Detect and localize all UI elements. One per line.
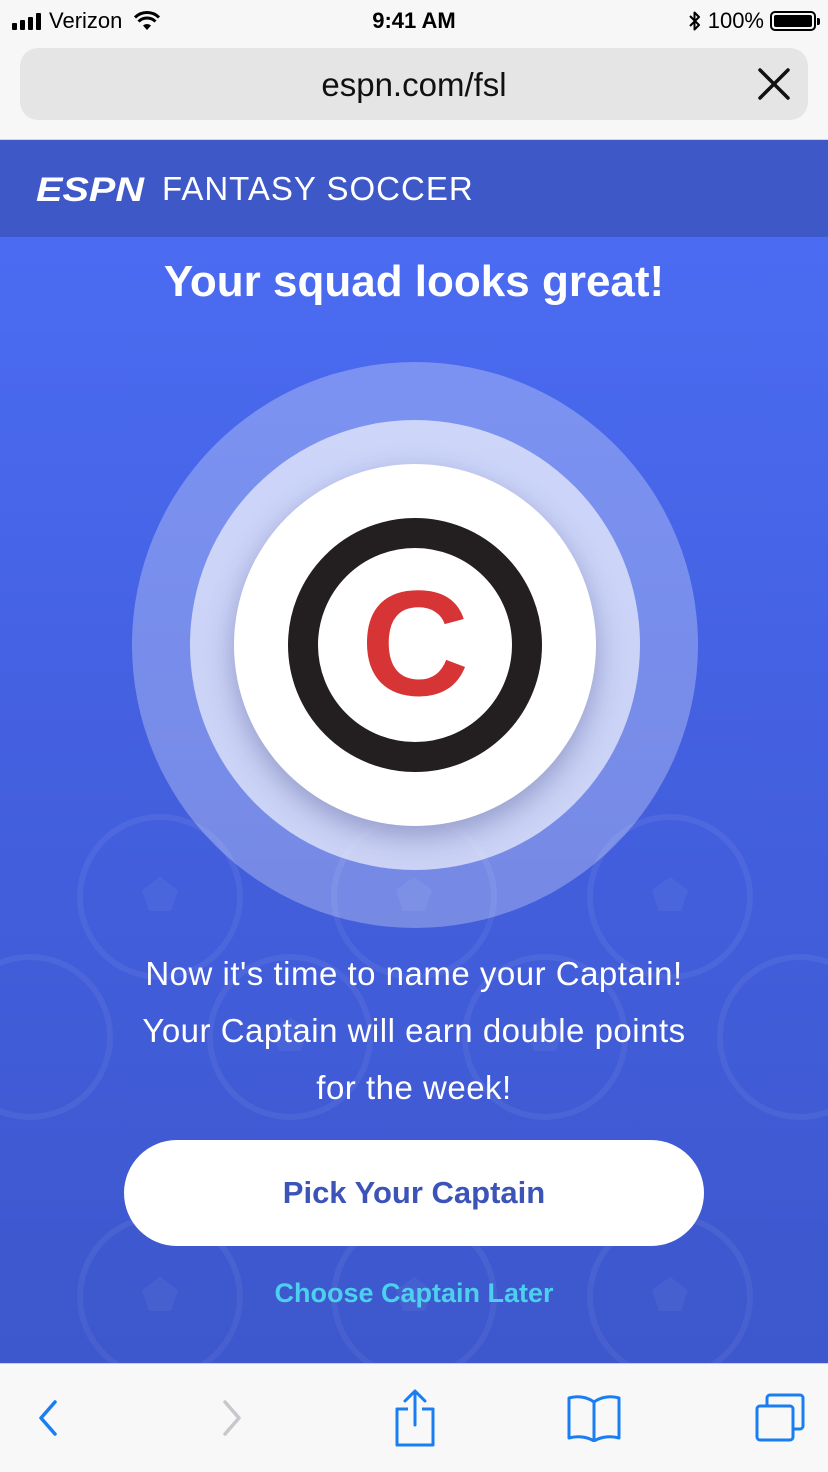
espn-logo: ESPN bbox=[36, 174, 146, 204]
chevron-right-icon bbox=[223, 1400, 241, 1436]
svg-text:ESPN: ESPN bbox=[36, 174, 146, 204]
status-bar: Verizon 9:41 AM 100% bbox=[0, 0, 828, 40]
tabs-button[interactable] bbox=[750, 1388, 810, 1448]
product-title: FANTASY SOCCER bbox=[162, 169, 474, 207]
browser-address-area: espn.com/fsl bbox=[0, 40, 828, 140]
choose-captain-later-link[interactable]: Choose Captain Later bbox=[0, 1278, 828, 1309]
message-line-1: Now it's time to name your Captain! bbox=[145, 955, 683, 992]
share-button[interactable] bbox=[385, 1388, 445, 1448]
pick-captain-button[interactable]: Pick Your Captain bbox=[124, 1140, 704, 1246]
headline: Your squad looks great! bbox=[163, 257, 665, 306]
book-icon bbox=[567, 1395, 621, 1442]
close-icon[interactable] bbox=[756, 66, 792, 102]
bookmarks-button[interactable] bbox=[564, 1388, 624, 1448]
main-content: Your squad looks great! C Now it's time … bbox=[0, 237, 828, 1363]
battery-percent: 100% bbox=[707, 8, 764, 33]
battery-icon bbox=[770, 11, 820, 31]
bluetooth-icon bbox=[689, 11, 700, 31]
chevron-left-icon bbox=[39, 1400, 57, 1436]
captain-badge-icon: C bbox=[288, 518, 542, 772]
captain-letter: C bbox=[360, 559, 470, 727]
browser-toolbar bbox=[0, 1363, 828, 1472]
address-bar[interactable]: espn.com/fsl bbox=[20, 48, 808, 120]
captain-message: Now it's time to name your Captain! Your… bbox=[60, 945, 768, 1116]
message-line-2: Your Captain will earn double points bbox=[142, 1012, 686, 1049]
captain-graphic: C bbox=[132, 362, 698, 928]
share-icon bbox=[395, 1389, 435, 1447]
back-button[interactable] bbox=[18, 1388, 78, 1448]
app-header: ESPN FANTASY SOCCER bbox=[0, 140, 828, 237]
message-line-3: for the week! bbox=[316, 1069, 512, 1106]
tabs-icon bbox=[755, 1393, 805, 1442]
forward-button[interactable] bbox=[202, 1388, 262, 1448]
url-text[interactable]: espn.com/fsl bbox=[20, 66, 808, 104]
status-right: 100% bbox=[688, 8, 820, 34]
